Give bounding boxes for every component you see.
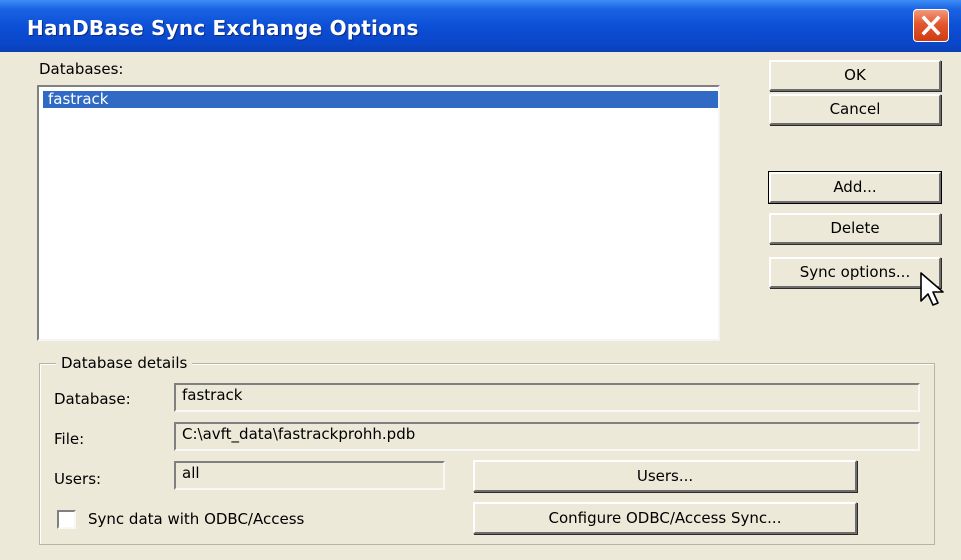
list-item-label: fastrack: [48, 90, 109, 108]
databases-label: Databases:: [39, 60, 124, 78]
users-button[interactable]: Users...: [473, 460, 857, 492]
users-field: all: [174, 461, 445, 490]
database-field-value: fastrack: [182, 386, 243, 404]
database-label: Database:: [54, 390, 131, 408]
delete-button-label: Delete: [830, 219, 880, 237]
cancel-button[interactable]: Cancel: [769, 94, 941, 125]
users-button-label: Users...: [636, 467, 694, 485]
database-details-legend: Database details: [56, 354, 193, 372]
delete-button[interactable]: Delete: [769, 213, 941, 244]
file-label: File:: [54, 430, 85, 448]
users-field-value: all: [182, 464, 200, 482]
sync-odbc-checkbox[interactable]: [57, 510, 76, 529]
configure-odbc-button[interactable]: Configure ODBC/Access Sync...: [473, 502, 857, 534]
add-button[interactable]: Add...: [768, 171, 942, 204]
file-field-value: C:\avft_data\fastrackprohh.pdb: [182, 425, 416, 443]
file-field: C:\avft_data\fastrackprohh.pdb: [174, 422, 920, 451]
database-field: fastrack: [174, 383, 920, 412]
sync-options-button-label: Sync options...: [799, 263, 911, 281]
close-button[interactable]: [913, 9, 949, 42]
ok-button-label: OK: [844, 66, 866, 84]
title-bar[interactable]: HanDBase Sync Exchange Options: [0, 0, 961, 52]
ok-button[interactable]: OK: [769, 60, 941, 91]
cancel-button-label: Cancel: [829, 100, 881, 118]
sync-odbc-checkbox-label[interactable]: Sync data with ODBC/Access: [88, 510, 304, 528]
list-item[interactable]: fastrack: [43, 90, 718, 108]
configure-odbc-button-label: Configure ODBC/Access Sync...: [548, 509, 782, 527]
dialog-window: HanDBase Sync Exchange Options Databases…: [0, 0, 961, 560]
users-label: Users:: [54, 470, 102, 488]
add-button-label: Add...: [833, 178, 877, 196]
close-x-icon: [921, 15, 941, 36]
sync-options-button[interactable]: Sync options...: [769, 257, 941, 288]
mouse-pointer-icon: [920, 272, 944, 306]
databases-listbox[interactable]: fastrack: [37, 85, 720, 341]
window-title: HanDBase Sync Exchange Options: [27, 16, 419, 40]
